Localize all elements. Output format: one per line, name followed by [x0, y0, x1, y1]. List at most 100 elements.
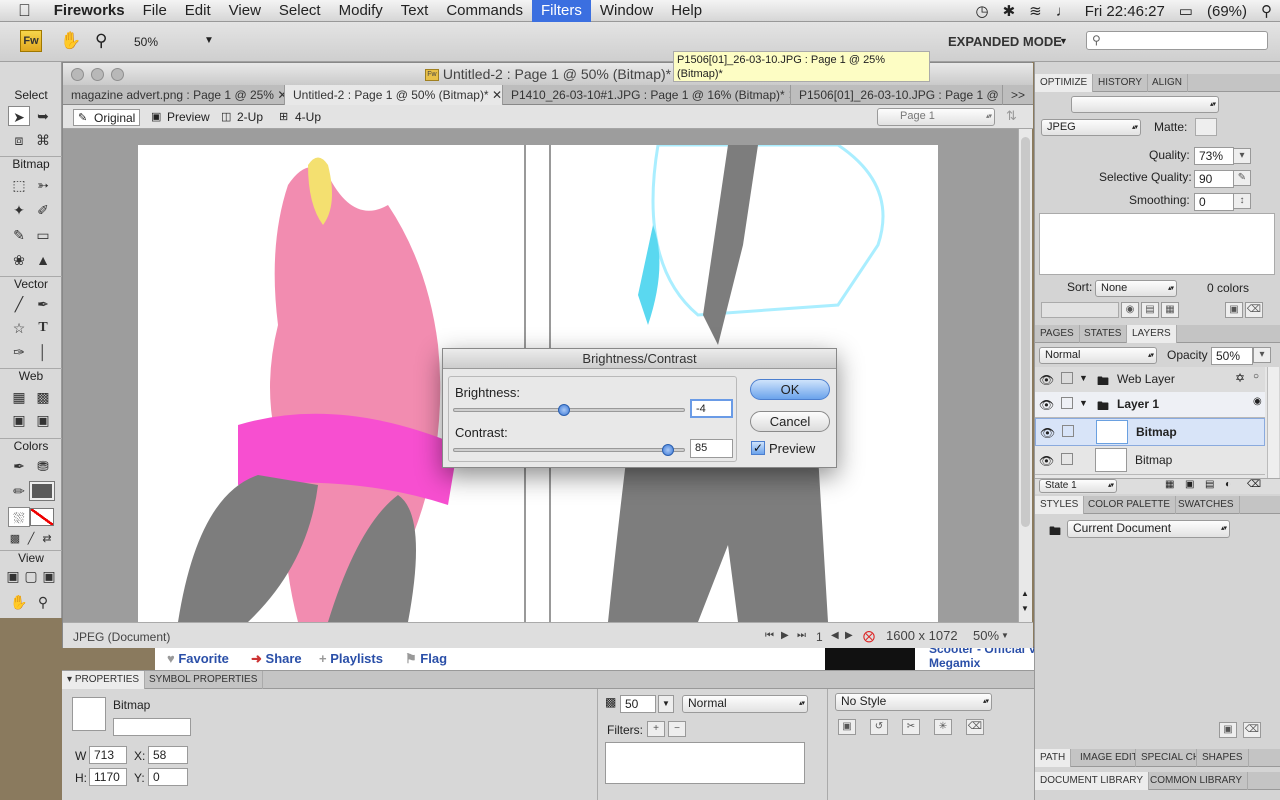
tab-common-library[interactable]: COMMON LIBRARY [1145, 772, 1249, 790]
menu-fireworks[interactable]: Fireworks [45, 0, 134, 22]
tab-layers[interactable]: LAYERS [1127, 325, 1177, 343]
favorite-link[interactable]: ♥ Favorite [167, 651, 229, 666]
stop-icon[interactable]: ⨂ [863, 629, 875, 643]
preview-view-button[interactable]: ▣ Preview [147, 109, 214, 126]
opacity-input[interactable]: 50 [620, 695, 656, 713]
preview-checkbox[interactable]: ✓ [751, 441, 765, 455]
tab-p1506[interactable]: P1506[01]_26-03-10.JPG : Page 1 @ 25% [791, 85, 1003, 105]
new-layer-icon[interactable]: ▣ [1185, 479, 1194, 490]
close-window-button[interactable] [71, 68, 84, 81]
zoom-tool-icon[interactable]: ⚲ [32, 592, 54, 612]
selective-quality-input[interactable]: 90 [1194, 170, 1234, 188]
hand-tool-icon[interactable]: ✋ [8, 592, 30, 612]
layers-scrollbar[interactable] [1267, 367, 1279, 485]
zoom-level[interactable]: 50% [134, 35, 158, 49]
layer-row-bitmap[interactable]: 👁 Bitmap [1035, 447, 1265, 475]
tab-align[interactable]: ALIGN [1147, 74, 1189, 92]
blend-mode-select[interactable]: Normal [682, 695, 808, 713]
tab-p1410[interactable]: P1410_26-03-10#1.JPG : Page 1 @ 16% (Bit… [503, 85, 791, 105]
menu-filters[interactable]: Filters [532, 0, 591, 22]
pen-tool-icon[interactable]: ✒ [32, 294, 54, 314]
layer-name[interactable]: Bitmap [1135, 453, 1172, 467]
object-name-input[interactable] [113, 718, 191, 736]
page-options-icon[interactable]: ⇅ [1006, 108, 1017, 124]
prev-frame-icon[interactable]: ◀ [831, 630, 839, 641]
lock-toggle[interactable] [1062, 425, 1074, 437]
tab-color-palette[interactable]: COLOR PALETTE [1083, 496, 1177, 514]
eye-icon[interactable]: 👁 [1040, 426, 1055, 440]
zoom-window-button[interactable] [111, 68, 124, 81]
magic-wand-tool-icon[interactable]: ✦ [8, 200, 30, 220]
lasso-tool-icon[interactable]: ➳ [32, 175, 54, 195]
x-input[interactable]: 58 [148, 746, 188, 764]
lock-toggle[interactable] [1061, 397, 1073, 409]
tab-properties[interactable]: ▾ PROPERTIES [62, 671, 146, 689]
pencil-tool-icon[interactable]: ✎ [8, 225, 30, 245]
transparent-color-icon[interactable]: ▦ [1161, 302, 1179, 318]
cancel-button[interactable]: Cancel [750, 411, 830, 432]
smoothing-input[interactable]: 0 [1194, 193, 1234, 211]
expand-arrow-icon[interactable]: ▼ [1079, 398, 1088, 408]
rubber-stamp-tool-icon[interactable]: ▲ [32, 250, 54, 270]
web-layer-options-icon[interactable]: ✡ [1235, 371, 1245, 385]
time-machine-icon[interactable]: ◷ [976, 2, 989, 20]
menu-view[interactable]: View [220, 0, 270, 22]
layer-opacity-input[interactable]: 50% [1211, 347, 1253, 365]
hotspot-tool-icon[interactable]: ▦ [8, 387, 30, 407]
scroll-up-icon[interactable]: ▲ [1021, 589, 1029, 598]
zoom-tool-icon[interactable]: ⚲ [95, 31, 107, 51]
crop-tool-icon[interactable]: ⌘ [32, 130, 54, 150]
wifi-icon[interactable]: ≋ [1029, 2, 1042, 20]
new-bitmap-image-icon[interactable]: ▤ [1205, 479, 1214, 490]
layer-name[interactable]: Bitmap [1136, 425, 1177, 439]
quality-input[interactable]: 73% [1194, 147, 1234, 165]
mask-icon[interactable]: ◐ [1225, 479, 1231, 490]
paint-bucket-tool-icon[interactable]: ⛃ [32, 456, 54, 476]
full-screen-mode-icon[interactable]: ▣ [38, 566, 60, 586]
color-wheel-icon[interactable]: ◉ [1121, 302, 1139, 318]
delete-style-icon[interactable]: ⌫ [1243, 722, 1261, 738]
tab-states[interactable]: STATES [1079, 325, 1128, 343]
freeform-tool-icon[interactable]: ✑ [8, 342, 30, 362]
subselection-tool-icon[interactable]: ➥ [32, 106, 54, 126]
original-view-button[interactable]: ✎ Original [73, 109, 141, 126]
fill-color-icon[interactable]: ⛆ [8, 507, 30, 527]
flag-link[interactable]: ⚑ Flag [405, 651, 447, 667]
pointer-tool-icon[interactable]: ➤ [8, 106, 30, 126]
filters-list[interactable] [605, 742, 805, 784]
new-style-icon[interactable]: ▣ [1219, 722, 1237, 738]
playlists-link[interactable]: + Playlists [319, 651, 383, 666]
styles-source-select[interactable]: Current Document [1067, 520, 1230, 538]
canvas-vertical-scrollbar[interactable]: ▲ ▼ [1018, 129, 1032, 622]
color-table-edit-field[interactable] [1041, 302, 1119, 318]
tab-optimize[interactable]: OPTIMIZE [1035, 74, 1094, 92]
height-input[interactable]: 1170 [89, 768, 127, 786]
document-dimensions[interactable]: 1600 x 1072 [886, 628, 958, 643]
width-input[interactable]: 713 [89, 746, 127, 764]
text-tool-icon[interactable]: T [32, 318, 54, 338]
contrast-input[interactable]: 85 [690, 439, 733, 458]
menu-commands[interactable]: Commands [437, 0, 532, 22]
hide-slices-icon[interactable]: ▣ [8, 410, 30, 430]
show-slices-icon[interactable]: ▣ [32, 410, 54, 430]
layer-row-layer-1[interactable]: 👁 ▼ 🖿 Layer 1 ◉ [1035, 392, 1265, 418]
brightness-input[interactable]: -4 [690, 399, 733, 418]
four-up-view-button[interactable]: ⊞ 4-Up [275, 109, 325, 126]
eye-icon[interactable]: 👁 [1039, 373, 1054, 387]
play-icon[interactable]: ▶ [781, 630, 789, 641]
blur-tool-icon[interactable]: ❀ [8, 250, 30, 270]
ok-button[interactable]: OK [750, 379, 830, 400]
lock-color-icon[interactable]: ▤ [1141, 302, 1159, 318]
minimize-window-button[interactable] [91, 68, 104, 81]
stroke-color-icon[interactable]: ✏ [8, 481, 30, 501]
battery-icon[interactable]: ▭ [1179, 2, 1193, 20]
eyedropper-tool-icon[interactable]: ✒ [8, 456, 30, 476]
sort-select[interactable]: None [1095, 280, 1177, 297]
fill-color-swatch[interactable] [30, 508, 54, 526]
scale-tool-icon[interactable]: ⧈ [8, 130, 30, 150]
contrast-slider-knob[interactable] [661, 444, 674, 456]
style-select[interactable]: No Style [835, 693, 992, 711]
stroke-color-swatch[interactable] [29, 481, 55, 501]
layer-blend-select[interactable]: Normal [1039, 347, 1157, 364]
tab-magazine-advert[interactable]: magazine advert.png : Page 1 @ 25% ✕ [63, 85, 285, 105]
